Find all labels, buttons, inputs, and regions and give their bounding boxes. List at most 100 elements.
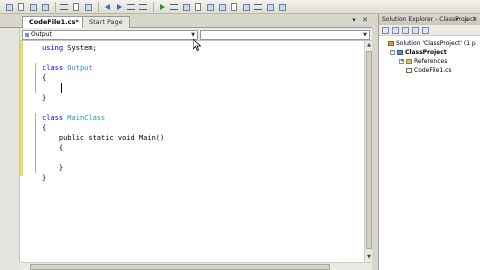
outline-guide [35, 63, 36, 93]
toolbar-separator [98, 2, 99, 12]
chevron-down-icon[interactable]: ▾ [453, 15, 461, 24]
close-document-icon[interactable]: ✕ [361, 16, 369, 25]
document-tab-strip: CodeFile1.cs* Start Page ▾ ✕ [0, 14, 372, 28]
code-line[interactable]: class Output [42, 63, 164, 73]
cut-icon[interactable] [59, 2, 69, 12]
mouse-cursor-icon [193, 39, 201, 51]
properties-icon[interactable] [382, 27, 389, 34]
types-dropdown[interactable]: Output ▼ [22, 30, 198, 40]
keyword-token: class [42, 64, 64, 72]
code-line[interactable]: } [42, 93, 164, 103]
tree-item-label: References [414, 58, 448, 65]
start-page-icon[interactable] [229, 2, 239, 12]
tree-item[interactable]: + References [379, 57, 480, 66]
code-line[interactable]: } [42, 163, 164, 173]
tab-list-dropdown-icon[interactable]: ▾ [350, 16, 358, 25]
solution-icon [388, 41, 394, 46]
scrollbar-thumb[interactable] [30, 264, 330, 270]
view-designer-icon[interactable] [422, 27, 429, 34]
output-icon[interactable] [241, 2, 251, 12]
code-token: } [42, 164, 64, 172]
tree-item-label: CodeFile1.cs [414, 67, 452, 74]
code-line[interactable] [42, 103, 164, 113]
object-browser-icon[interactable] [217, 2, 227, 12]
editor-vertical-scrollbar[interactable]: ▲ ▼ [364, 41, 372, 262]
project-icon [397, 50, 403, 55]
navigate-forward-icon[interactable] [138, 2, 148, 12]
tree-item[interactable]: - ClassProject [379, 48, 480, 57]
properties-icon[interactable] [193, 2, 203, 12]
view-code-icon[interactable] [412, 27, 419, 34]
members-dropdown[interactable]: ▼ [200, 30, 370, 40]
save-icon[interactable] [28, 2, 38, 12]
code-line[interactable]: class MainClass [42, 113, 164, 123]
tab-start-page[interactable]: Start Page [82, 16, 130, 28]
toolbox-icon[interactable] [205, 2, 215, 12]
code-token: { [42, 144, 64, 152]
tree-item[interactable]: Solution 'ClassProject' (1 p [379, 39, 480, 48]
code-file-icon [406, 68, 412, 73]
code-token: } [42, 94, 47, 102]
uncomment-icon[interactable] [277, 2, 287, 12]
code-line[interactable]: { [42, 73, 164, 83]
type-name-token: Output [67, 64, 93, 72]
outline-guide [35, 113, 36, 173]
editor-horizontal-scrollbar[interactable] [20, 262, 372, 270]
code-token: public static void Main() [42, 134, 165, 142]
toolbar-separator [153, 2, 154, 12]
code-editor[interactable]: using System; class Output{} class MainCla… [20, 41, 364, 262]
code-line[interactable]: { [42, 123, 164, 133]
types-dropdown-value: Output [31, 31, 52, 38]
references-icon [406, 59, 412, 64]
outlining-margin [33, 41, 39, 262]
pin-icon[interactable]: ⊥ [462, 15, 470, 24]
navigate-back-icon[interactable] [126, 2, 136, 12]
show-all-files-icon[interactable] [392, 27, 399, 34]
code-line[interactable]: { [42, 143, 164, 153]
tab-codefile1[interactable]: CodeFile1.cs* [22, 16, 86, 28]
tree-item-label: ClassProject [405, 49, 447, 56]
refresh-icon[interactable] [402, 27, 409, 34]
solution-explorer-panel: Solution Explorer - ClassProject ▾ ⊥ ✕ S… [378, 14, 480, 270]
code-text[interactable]: using System; class Output{} class MainCla… [42, 43, 164, 183]
tree-item-label: Solution 'ClassProject' (1 p [396, 40, 476, 47]
open-icon[interactable] [16, 2, 26, 12]
chevron-down-icon[interactable]: ▼ [189, 31, 197, 39]
copy-icon[interactable] [71, 2, 81, 12]
start-debug-icon[interactable] [157, 2, 167, 12]
find-icon[interactable] [169, 2, 179, 12]
type-name-token: MainClass [67, 114, 106, 122]
solution-explorer-icon[interactable] [181, 2, 191, 12]
code-token: { [42, 74, 47, 82]
close-icon[interactable]: ✕ [471, 15, 479, 24]
new-project-icon[interactable] [4, 2, 14, 12]
chevron-down-icon[interactable]: ▼ [361, 31, 369, 39]
code-token: System; [63, 44, 97, 52]
save-all-icon[interactable] [40, 2, 50, 12]
code-token: { [42, 124, 47, 132]
tab-label: CodeFile1.cs* [29, 18, 79, 26]
code-token: } [42, 174, 47, 182]
change-tracking-margin [20, 41, 23, 176]
toolbox-strip [0, 28, 20, 262]
comment-icon[interactable] [265, 2, 275, 12]
toolbar-group-file [4, 2, 289, 12]
code-line[interactable]: } [42, 173, 164, 183]
standard-toolbar [0, 0, 480, 14]
keyword-token: using [42, 44, 64, 52]
collapse-icon[interactable]: - [390, 50, 395, 55]
expand-icon[interactable]: + [399, 59, 404, 64]
solution-tree: Solution 'ClassProject' (1 p - ClassProjec… [379, 39, 480, 75]
solution-explorer-toolbar [379, 25, 480, 36]
code-line[interactable] [42, 53, 164, 63]
tree-item[interactable]: CodeFile1.cs [379, 66, 480, 75]
code-line[interactable] [42, 153, 164, 163]
code-line[interactable]: public static void Main() [42, 133, 164, 143]
code-line[interactable]: using System; [42, 43, 164, 53]
class-icon [25, 33, 29, 37]
undo-icon[interactable] [102, 2, 112, 12]
paste-icon[interactable] [83, 2, 93, 12]
error-list-icon[interactable] [253, 2, 263, 12]
text-caret [61, 83, 62, 93]
redo-icon[interactable] [114, 2, 124, 12]
